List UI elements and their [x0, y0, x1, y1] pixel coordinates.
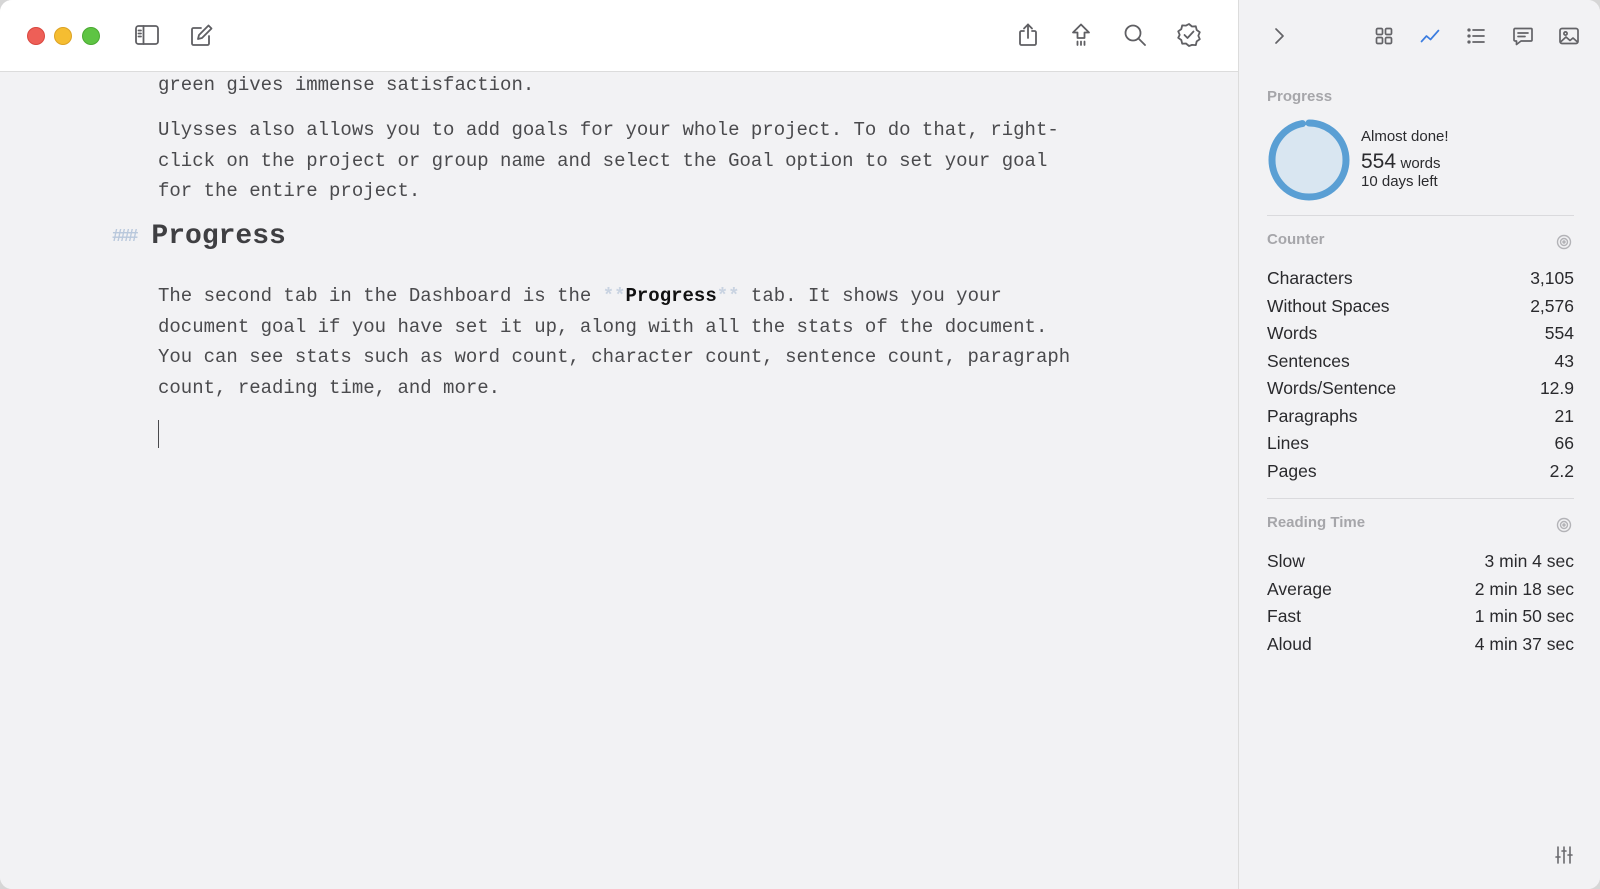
progress-section-title: Progress: [1267, 88, 1333, 105]
reading-time-target-icon[interactable]: [1556, 517, 1572, 533]
overview-grid-icon[interactable]: [1370, 22, 1398, 50]
paragraph-text-start: The second tab in the Dashboard is the: [158, 285, 603, 307]
stat-value: 1 min 50 sec: [1474, 606, 1574, 627]
stat-label: Slow: [1267, 551, 1305, 572]
stat-value: 554: [1544, 323, 1574, 344]
bold-markup-open: **: [602, 285, 626, 307]
dashboard-sidebar: Progress Almost done! 554 words 10 days …: [1238, 0, 1600, 889]
bold-markup-close: **: [716, 285, 740, 307]
stat-label: Characters: [1267, 268, 1353, 289]
reading-time-row: Fast 1 min 50 sec: [1267, 603, 1574, 631]
stat-value: 3 min 4 sec: [1484, 551, 1574, 572]
text-cursor: [158, 420, 159, 448]
stat-label: Fast: [1267, 606, 1302, 627]
paragraph-fragment: green gives immense satisfaction.: [158, 74, 535, 96]
counter-target-icon[interactable]: [1556, 234, 1572, 250]
editor-toolbar: [0, 0, 1238, 72]
images-icon[interactable]: [1555, 22, 1583, 50]
counter-row: Paragraphs 21: [1267, 403, 1574, 431]
stat-value: 2,576: [1530, 295, 1574, 316]
editor-pane: green gives immense satisfaction. Ulysse…: [0, 0, 1238, 889]
new-sheet-icon[interactable]: [185, 18, 219, 52]
stat-label: Words: [1267, 323, 1318, 344]
stat-label: Words/Sentence: [1267, 378, 1397, 399]
reading-time-list: Slow 3 min 4 sec Average 2 min 18 sec Fast…: [1267, 548, 1574, 658]
section-divider: [1267, 215, 1574, 216]
stat-value: 66: [1554, 433, 1574, 454]
stat-label: Average: [1267, 578, 1332, 599]
stat-value: 12.9: [1539, 378, 1574, 399]
dashboard-toolbar: [1239, 0, 1600, 71]
review-badge-icon[interactable]: [1172, 18, 1206, 52]
counter-row: Words/Sentence 12.9: [1267, 375, 1574, 403]
goal-days-left: 10 days left: [1361, 173, 1438, 190]
stat-value: 43: [1554, 350, 1574, 371]
heading-markup-marker: ###: [112, 227, 138, 247]
progress-chart-icon[interactable]: [1416, 22, 1444, 50]
stat-label: Pages: [1267, 460, 1317, 481]
outline-list-icon[interactable]: [1462, 22, 1490, 50]
stat-label: Sentences: [1267, 350, 1350, 371]
comments-icon[interactable]: [1509, 22, 1537, 50]
stat-value: 2.2: [1549, 460, 1574, 481]
counter-row: Characters 3,105: [1267, 265, 1574, 293]
app-window: green gives immense satisfaction. Ulysse…: [0, 0, 1600, 889]
bold-text: Progress: [625, 285, 717, 307]
goal-status-text: Almost done!: [1361, 128, 1449, 145]
stat-label: Lines: [1267, 433, 1309, 454]
paragraph-project-goals: Ulysses also allows you to add goals for…: [158, 119, 1059, 202]
section-divider: [1267, 498, 1574, 499]
counter-row: Sentences 43: [1267, 348, 1574, 376]
settings-sliders-icon[interactable]: [1553, 844, 1575, 866]
counter-row: Words 554: [1267, 320, 1574, 348]
reading-time-section-title: Reading Time: [1267, 514, 1366, 531]
counter-row: Lines 66: [1267, 430, 1574, 458]
stat-value: 3,105: [1530, 268, 1574, 289]
goal-word-count-number: 554: [1361, 150, 1397, 173]
reading-time-row: Aloud 4 min 37 sec: [1267, 631, 1574, 659]
minimize-window-button[interactable]: [54, 27, 72, 45]
counter-list: Characters 3,105 Without Spaces 2,576 Word…: [1267, 265, 1574, 485]
stat-value: 4 min 37 sec: [1474, 633, 1574, 654]
stat-label: Without Spaces: [1267, 295, 1390, 316]
share-icon[interactable]: [1011, 18, 1045, 52]
search-icon[interactable]: [1118, 18, 1152, 52]
heading-line: ### Progress: [112, 221, 286, 253]
publish-icon[interactable]: [1064, 18, 1098, 52]
close-window-button[interactable]: [27, 27, 45, 45]
stat-label: Paragraphs: [1267, 405, 1358, 426]
reading-time-row: Slow 3 min 4 sec: [1267, 548, 1574, 576]
counter-row: Without Spaces 2,576: [1267, 293, 1574, 321]
goal-progress-ring: [1267, 118, 1351, 202]
reading-time-row: Average 2 min 18 sec: [1267, 576, 1574, 604]
stat-value: 21: [1554, 405, 1574, 426]
stat-label: Aloud: [1267, 633, 1312, 654]
goal-word-unit: words: [1400, 155, 1441, 172]
section-heading: Progress: [151, 221, 286, 252]
collapse-sidebar-chevron-icon[interactable]: [1265, 22, 1293, 50]
sidebar-toggle-icon[interactable]: [130, 18, 164, 52]
counter-section-title: Counter: [1267, 231, 1325, 248]
zoom-window-button[interactable]: [82, 27, 100, 45]
paragraph-progress-tab: The second tab in the Dashboard is the *…: [158, 281, 1088, 403]
stat-value: 2 min 18 sec: [1474, 578, 1574, 599]
goal-word-count: 554 words: [1361, 150, 1441, 174]
counter-row: Pages 2.2: [1267, 458, 1574, 486]
